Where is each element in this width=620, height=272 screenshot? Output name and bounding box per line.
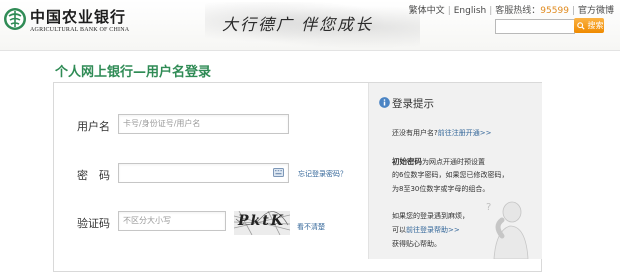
captcha-input[interactable]: 不区分大小写 [118, 211, 226, 231]
captcha-image[interactable]: PktK [234, 211, 290, 235]
site-header: 中国农业银行 AGRICULTURAL BANK OF CHINA 大行德广 伴… [0, 0, 620, 50]
divider: | [447, 6, 451, 16]
username-placeholder: 卡号/身份证号/用户名 [123, 119, 201, 128]
info-icon [379, 97, 390, 108]
bank-logo[interactable]: 中国农业银行 AGRICULTURAL BANK OF CHINA [3, 6, 178, 38]
captcha-label: 验证码 [77, 217, 110, 230]
register-link[interactable]: 前往注册开通>> [438, 129, 492, 137]
initial-password-line1: 为网点开通时预设置 [422, 158, 485, 166]
bank-slogan: 大行德广 伴您成长 [222, 15, 374, 34]
initial-password-label: 初始密码 [392, 157, 422, 166]
trouble-line2-text: 可以 [392, 226, 406, 234]
traditional-chinese-link[interactable]: 繁体中文 [409, 6, 445, 16]
bank-name-en: AGRICULTURAL BANK OF CHINA [30, 27, 130, 33]
svg-text:?: ? [486, 202, 491, 213]
search-input[interactable] [495, 19, 575, 34]
tip-help: 可以前往登录帮助>> [392, 225, 460, 236]
weibo-link[interactable]: 官方微博 [578, 6, 614, 16]
username-label: 用户名 [77, 120, 110, 133]
password-label: 密 码 [77, 169, 110, 182]
login-help-link[interactable]: 前往登录帮助>> [406, 226, 460, 234]
username-input[interactable]: 卡号/身份证号/用户名 [118, 114, 289, 134]
keyboard-icon[interactable] [273, 168, 284, 177]
hotline-number: 95599 [540, 6, 569, 16]
hotline-label: 客服热线： [495, 6, 541, 16]
tip-initial-password-1: 初始密码为网点开通时预设置 [392, 156, 485, 168]
tip-register: 还没有用户名?前往注册开通>> [392, 128, 491, 139]
english-link[interactable]: English [454, 6, 487, 16]
tip-register-text: 还没有用户名? [392, 129, 438, 137]
search-icon [577, 21, 585, 30]
tips-title: 登录提示 [392, 98, 434, 110]
initial-password-line3: 为8至30位数字或字母的组合。 [392, 185, 490, 193]
captcha-refresh-link[interactable]: 看不清楚 [297, 222, 325, 232]
search-button[interactable]: 搜索 [574, 18, 604, 33]
password-input[interactable] [118, 163, 289, 183]
divider: | [489, 6, 493, 16]
thinking-person-illustration: ? [486, 201, 529, 259]
captcha-text: PktK [238, 213, 285, 229]
top-links: 繁体中文 | English | 客服热线：95599 | 官方微博 [409, 3, 614, 16]
search-button-label: 搜索 [587, 21, 604, 30]
abc-logo-icon [4, 8, 26, 30]
initial-password-line2: 的6位数字密码，如果您已修改密码， [392, 171, 509, 179]
divider: | [571, 6, 575, 16]
trouble-line1: 如果您的登录遇到麻烦， [392, 212, 469, 220]
forgot-password-link[interactable]: 忘记登录密码？ [298, 169, 347, 179]
header-divider [0, 50, 620, 51]
page-title: 个人网上银行—用户名登录 [55, 65, 212, 80]
captcha-placeholder: 不区分大小写 [123, 216, 171, 225]
trouble-line3: 获得贴心帮助。 [392, 240, 441, 248]
bank-name-cn: 中国农业银行 [30, 8, 127, 26]
